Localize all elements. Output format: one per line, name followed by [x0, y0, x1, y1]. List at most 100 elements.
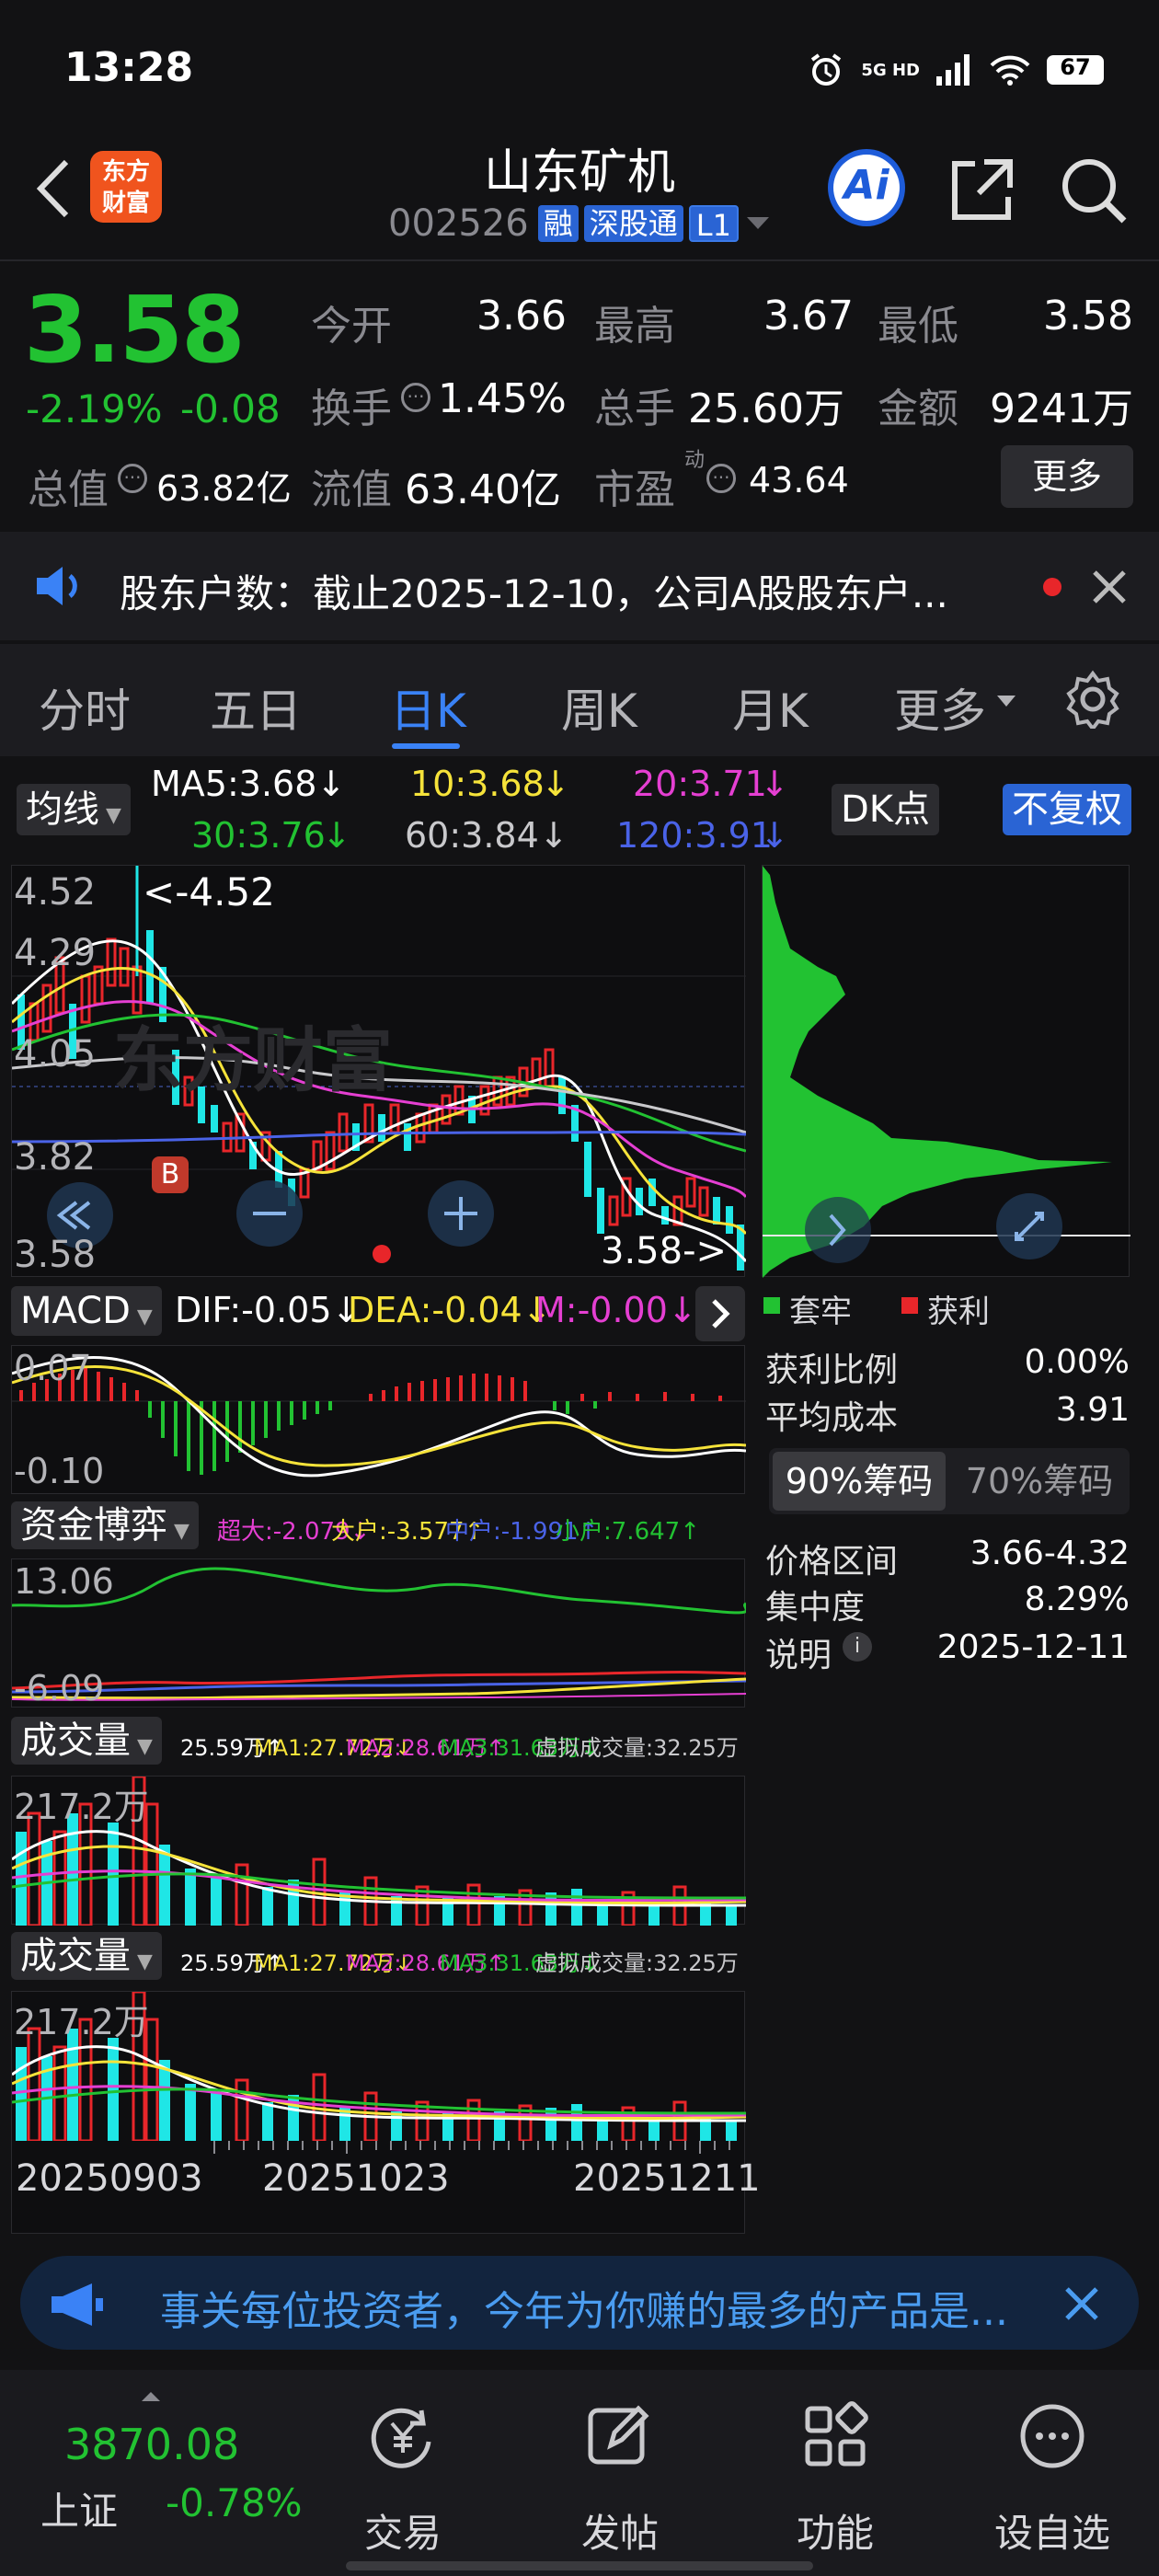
- tab-chip-90[interactable]: 90%筹码: [773, 1452, 946, 1511]
- macd-dea: DEA:-0.04↓: [348, 1290, 552, 1330]
- pe-sup: 动: [684, 449, 706, 472]
- notice-text[interactable]: 股东户数：截止2025-12-10，公司A股股东户...: [120, 563, 948, 619]
- ai-icon: Ai: [843, 162, 889, 209]
- x-date-start: 20250903: [16, 2157, 203, 2200]
- amount-value: 9241万: [990, 385, 1133, 432]
- ma120-arrow: ↓: [760, 815, 789, 856]
- y-label-4: 3.82: [14, 1136, 97, 1179]
- volume1-y-top: 217.2万: [14, 1787, 149, 1827]
- fund-y-top: 13.06: [14, 1561, 114, 1602]
- fund-select[interactable]: 资金博弈 ▼: [11, 1501, 199, 1549]
- pe-label: 市盈: [594, 466, 675, 513]
- indicator-next-button[interactable]: [695, 1286, 745, 1341]
- fund-name: 资金博弈: [20, 1504, 167, 1547]
- wifi-icon: [990, 55, 1030, 86]
- high-value: 3.67: [763, 293, 854, 339]
- tag-level: L1: [688, 205, 739, 243]
- adjust-toggle[interactable]: 不复权: [1003, 784, 1131, 835]
- turnover-info-icon[interactable]: ···: [401, 383, 430, 412]
- ma5-value: MA5:3.68: [151, 764, 317, 804]
- mktcap-value: 63.82亿: [156, 468, 292, 509]
- tag-margin: 融: [537, 205, 579, 242]
- x-axis-ticks: [213, 2141, 730, 2154]
- dropdown-icon[interactable]: [744, 214, 772, 233]
- volume1-virtual: 虚拟成交量:32.25万: [535, 1735, 739, 1761]
- close-icon[interactable]: [1091, 569, 1128, 605]
- promo-text[interactable]: 事关每位投资者，今年为你赚的最多的产品是...: [160, 2278, 1008, 2337]
- trap-legend-swatch: [763, 1297, 780, 1314]
- tab-more[interactable]: 更多: [894, 674, 986, 741]
- ma20-arrow: ↓: [760, 764, 789, 804]
- change-amount: -0.08: [180, 386, 281, 431]
- more-button[interactable]: 更多: [1001, 445, 1133, 508]
- profit-legend-swatch: [901, 1297, 918, 1314]
- macd-chart[interactable]: 0.07 -0.10: [11, 1345, 747, 1494]
- nav-trade[interactable]: 交易: [339, 2502, 467, 2559]
- nav-function[interactable]: 功能: [771, 2502, 900, 2559]
- chart-watermark: 东方财富: [113, 1019, 393, 1101]
- fund-chart[interactable]: 13.06 -6.09: [11, 1558, 749, 1708]
- volume-chart-1[interactable]: 217.2万: [11, 1775, 747, 1927]
- stock-code: 002526: [388, 202, 529, 245]
- fund-y-bottom: -6.09: [14, 1668, 105, 1708]
- nav-add-watchlist[interactable]: 设自选: [988, 2502, 1117, 2559]
- float-value: 63.40亿: [405, 466, 561, 513]
- pe-info-icon[interactable]: ···: [706, 464, 736, 493]
- post-icon[interactable]: [583, 2401, 653, 2471]
- buy-marker[interactable]: B: [152, 1156, 189, 1193]
- megaphone-icon: [52, 2283, 103, 2326]
- tab-weekly-k[interactable]: 周K: [561, 674, 637, 741]
- trade-icon[interactable]: [368, 2401, 438, 2471]
- x-date-end: 20251211: [573, 2157, 761, 2200]
- tab-intraday[interactable]: 分时: [39, 674, 131, 741]
- index-expand-icon[interactable]: [140, 2390, 162, 2403]
- tag-connect: 深股通: [583, 205, 683, 242]
- index-value[interactable]: 3870.08: [64, 2420, 239, 2469]
- mktcap-info-icon[interactable]: ···: [118, 464, 147, 493]
- float-label: 流值: [311, 466, 392, 513]
- profit-ratio-value: 0.00%: [1024, 1343, 1130, 1381]
- settings-gear-icon[interactable]: [1063, 670, 1122, 729]
- status-time: 13:28: [64, 44, 194, 91]
- share-icon[interactable]: [947, 155, 1017, 224]
- ma-mode-select[interactable]: 均线 ▼: [17, 784, 131, 835]
- volume-name-1: 成交量: [20, 1719, 131, 1762]
- concentration-value: 8.29%: [1024, 1581, 1130, 1618]
- unread-dot: [1043, 578, 1061, 596]
- index-name: 上证: [40, 2489, 119, 2534]
- nav-post[interactable]: 发帖: [556, 2502, 684, 2559]
- function-grid-icon[interactable]: [800, 2401, 870, 2471]
- volume-chart-2[interactable]: 217.2万 20250903 20251023 20251211: [11, 1990, 761, 2234]
- home-indicator: [346, 2561, 813, 2570]
- watchlist-more-icon[interactable]: [1017, 2401, 1087, 2471]
- tab-daily-k[interactable]: 日K: [390, 674, 466, 741]
- search-icon[interactable]: [1058, 155, 1128, 224]
- index-change: -0.78%: [166, 2480, 303, 2525]
- chip-distribution-chart[interactable]: [762, 865, 1130, 1278]
- ma10-value: 10:3.68: [410, 764, 545, 804]
- volume2-y-top: 217.2万: [14, 2002, 149, 2042]
- amount-label: 金额: [878, 385, 958, 432]
- banner-close-icon[interactable]: [1063, 2285, 1100, 2322]
- status-icons: 5G HD 67: [808, 52, 1104, 88]
- kline-chart[interactable]: 东方财富 4.52 4.29 4.05 3.82 3.58 <-4.52 3.5…: [10, 865, 748, 1277]
- tab-monthly-k[interactable]: 月K: [732, 674, 809, 741]
- macd-select[interactable]: MACD ▼: [11, 1286, 162, 1336]
- volume-name-2: 成交量: [20, 1935, 131, 1977]
- description-date: 2025-12-11: [936, 1628, 1130, 1666]
- avg-cost-label: 平均成本: [765, 1399, 899, 1437]
- tab-chip-70[interactable]: 70%筹码: [953, 1452, 1126, 1511]
- volume-select-1[interactable]: 成交量 ▼: [11, 1717, 162, 1765]
- volume-select-2[interactable]: 成交量 ▼: [11, 1932, 162, 1980]
- current-price: 3.58: [24, 276, 246, 384]
- y-label-min: 3.58: [14, 1234, 97, 1276]
- ai-button[interactable]: Ai: [828, 149, 905, 226]
- tab-five-day[interactable]: 五日: [210, 674, 302, 741]
- ma10-arrow: ↓: [541, 764, 570, 804]
- info-icon[interactable]: i: [843, 1632, 872, 1662]
- fund-small: 小户:7.647↑: [556, 1518, 700, 1546]
- tab-more-dropdown-icon: [997, 696, 1016, 707]
- open-label: 今开: [311, 303, 392, 350]
- dk-point-toggle[interactable]: DK点: [832, 784, 940, 835]
- x-date-mid: 20251023: [262, 2157, 450, 2200]
